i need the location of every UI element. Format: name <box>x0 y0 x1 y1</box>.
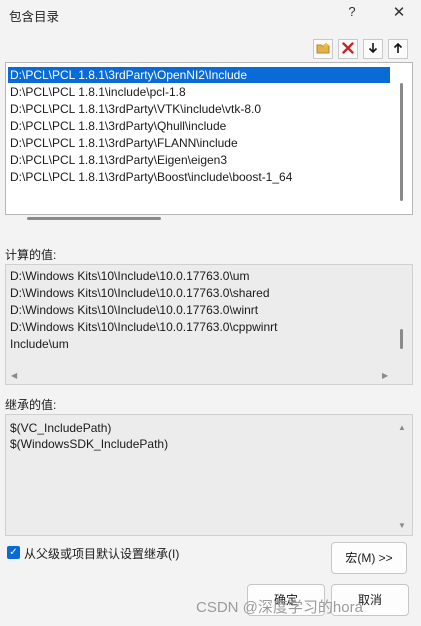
inherit-checkbox-label: 从父级或项目默认设置继承(I) <box>24 547 180 561</box>
inherited-line: $(VC_IncludePath) <box>10 421 112 435</box>
list-item-selected[interactable]: D:\PCL\PCL 1.8.1\3rdParty\OpenNI2\Includ… <box>8 67 390 83</box>
watermark: CSDN @深度学习的hora <box>196 599 363 616</box>
evaluated-line: D:\Windows Kits\10\Include\10.0.17763.0\… <box>10 286 270 300</box>
evaluated-values-box: D:\Windows Kits\10\Include\10.0.17763.0\… <box>5 264 413 385</box>
arrow-up-icon <box>392 42 404 57</box>
move-down-button[interactable] <box>363 39 383 59</box>
evaluated-line: D:\Windows Kits\10\Include\10.0.17763.0\… <box>10 269 250 283</box>
arrow-down-icon <box>367 42 379 57</box>
macros-button[interactable]: 宏(M) >> <box>331 542 407 574</box>
window-title: 包含目录 <box>9 10 60 24</box>
evaluated-line: D:\Windows Kits\10\Include\10.0.17763.0\… <box>10 320 278 334</box>
title-bar: 包含目录 ? ✕ <box>0 0 421 28</box>
delete-line-button[interactable] <box>338 39 358 59</box>
new-line-button[interactable] <box>313 39 333 59</box>
list-item[interactable]: D:\PCL\PCL 1.8.1\3rdParty\Boost\include\… <box>8 169 292 185</box>
horizontal-scrollbar[interactable] <box>27 217 161 220</box>
list-item[interactable]: D:\PCL\PCL 1.8.1\3rdParty\VTK\include\vt… <box>8 101 261 117</box>
evaluated-line: D:\Windows Kits\10\Include\10.0.17763.0\… <box>10 303 259 317</box>
folder-icon <box>316 41 330 57</box>
inherited-values-label: 继承的值: <box>5 398 57 412</box>
inherited-line: $(WindowsSDK_IncludePath) <box>10 437 169 451</box>
list-item[interactable]: D:\PCL\PCL 1.8.1\include\pcl-1.8 <box>8 84 186 100</box>
list-item[interactable]: D:\PCL\PCL 1.8.1\3rdParty\Eigen\eigen3 <box>8 152 227 168</box>
list-item[interactable]: D:\PCL\PCL 1.8.1\3rdParty\FLANN\include <box>8 135 238 151</box>
list-item[interactable]: D:\PCL\PCL 1.8.1\3rdParty\Qhull\include <box>8 118 226 134</box>
vertical-scrollbar[interactable] <box>400 329 403 349</box>
help-button[interactable]: ? <box>344 4 360 22</box>
delete-icon <box>342 41 354 57</box>
evaluated-line: Include\um <box>10 337 69 351</box>
close-button[interactable]: ✕ <box>391 3 407 23</box>
scroll-right-icon[interactable]: ▶ <box>382 371 388 380</box>
vertical-scrollbar[interactable] <box>400 83 403 201</box>
inherit-checkbox[interactable]: ✓ <box>7 546 20 559</box>
evaluated-values-label: 计算的值: <box>5 248 57 262</box>
scroll-left-icon[interactable]: ◀ <box>11 371 17 380</box>
scroll-down-icon[interactable]: ▼ <box>398 521 406 530</box>
inherited-values-box: $(VC_IncludePath) $(WindowsSDK_IncludePa… <box>5 414 413 536</box>
scroll-up-icon[interactable]: ▲ <box>398 423 406 432</box>
directory-list[interactable]: D:\PCL\PCL 1.8.1\3rdParty\OpenNI2\Includ… <box>5 62 413 220</box>
move-up-button[interactable] <box>388 39 408 59</box>
